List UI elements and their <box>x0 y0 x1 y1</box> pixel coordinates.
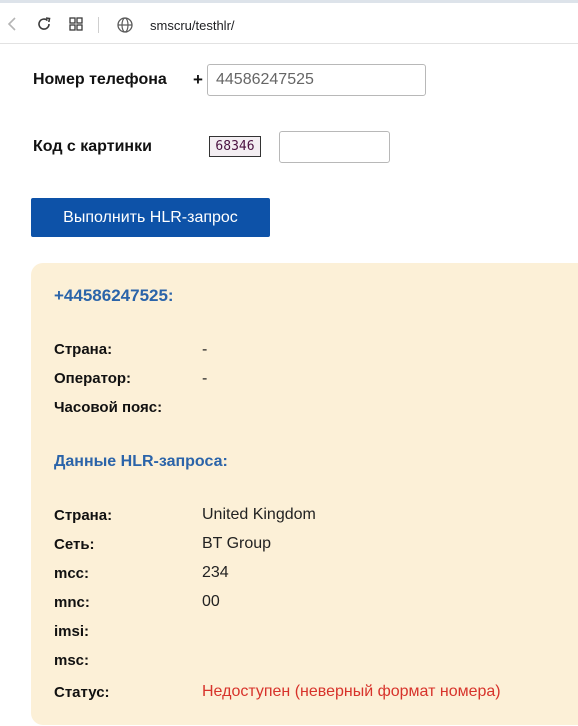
phone-prefix: + <box>193 70 203 89</box>
operator-label: Оператор: <box>54 370 132 387</box>
back-icon[interactable] <box>2 14 22 34</box>
hlr-mnc-value: 00 <box>202 593 220 610</box>
country-label: Страна: <box>54 341 113 358</box>
captcha-image: 68346 <box>209 136 261 157</box>
reload-icon[interactable] <box>34 14 54 34</box>
country-value: - <box>202 341 208 358</box>
phone-label: Номер телефона <box>33 71 167 88</box>
globe-icon[interactable] <box>116 16 134 34</box>
hlr-submit-button[interactable]: Выполнить HLR-запрос <box>31 198 270 237</box>
hlr-network-label: Сеть: <box>54 536 95 553</box>
operator-value: - <box>202 370 208 387</box>
result-card <box>31 263 578 725</box>
toolbar-divider <box>98 17 99 33</box>
hlr-mnc-label: mnc: <box>54 594 90 611</box>
hlr-status-value: Недоступен (неверный формат номера) <box>202 683 501 700</box>
captcha-label: Код с картинки <box>33 138 152 155</box>
hlr-country-label: Страна: <box>54 507 113 524</box>
address-bar-url[interactable]: smscru/testhlr/ <box>150 18 235 33</box>
hlr-status-label: Статус: <box>54 684 110 701</box>
timezone-label: Часовой пояс: <box>54 399 163 416</box>
hlr-mcc-label: mcc: <box>54 565 90 582</box>
apps-grid-icon[interactable] <box>66 14 86 34</box>
hlr-msc-label: msc: <box>54 652 90 669</box>
browser-toolbar: smscru/testhlr/ <box>0 0 578 44</box>
hlr-section-title: Данные HLR-запроса: <box>54 453 228 470</box>
hlr-mcc-value: 234 <box>202 564 229 581</box>
hlr-imsi-label: imsi: <box>54 623 90 640</box>
phone-input[interactable] <box>207 64 426 96</box>
hlr-network-value: BT Group <box>202 535 272 552</box>
result-number: +44586247525: <box>54 286 174 305</box>
captcha-input[interactable] <box>279 131 390 163</box>
hlr-country-value: United Kingdom <box>202 506 316 523</box>
